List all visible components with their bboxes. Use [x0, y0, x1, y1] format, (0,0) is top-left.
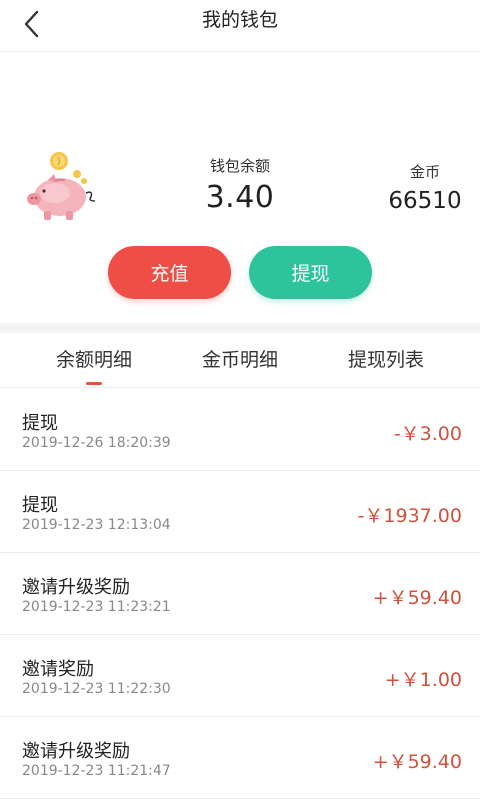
tab-coin-details[interactable]: 金币明细 — [190, 333, 290, 388]
record-amount: +￥59.40 — [372, 587, 462, 609]
list-item[interactable]: 邀请奖励 2019-12-23 11:22:30 +￥1.00 — [0, 635, 480, 717]
wallet-summary: 钱包余额 3.40 金币 66510 充值 提现 — [0, 53, 480, 323]
list-item[interactable]: 提现 2019-12-23 12:13:04 -￥1937.00 — [0, 471, 480, 553]
active-tab-indicator — [86, 382, 102, 385]
balance-label: 钱包余额 — [209, 157, 270, 175]
record-date: 2019-12-23 11:21:47 — [22, 763, 171, 779]
record-date: 2019-12-23 11:22:30 — [22, 681, 171, 697]
withdraw-button[interactable]: 提现 — [249, 246, 372, 299]
record-amount: -￥3.00 — [393, 423, 462, 445]
record-date: 2019-12-23 11:23:21 — [22, 599, 171, 615]
coin-block: 金币 66510 — [385, 161, 465, 214]
tab-balance-details[interactable]: 余额明细 — [44, 333, 144, 388]
recharge-button[interactable]: 充值 — [108, 246, 231, 299]
section-divider — [0, 323, 480, 333]
wallet-screen: 我的钱包 钱包余额 3.40 金币 66510 充值 提现 余额明细 金币明细 … — [0, 0, 480, 800]
list-item[interactable]: 邀请升级奖励 2019-12-23 11:21:47 +￥59.40 — [0, 717, 480, 799]
coin-label: 金币 — [409, 163, 440, 181]
tab-withdraw-list[interactable]: 提现列表 — [336, 333, 436, 388]
record-amount: +￥1.00 — [384, 669, 462, 691]
list-item[interactable]: 邀请升级奖励 2019-12-23 11:23:21 +￥59.40 — [0, 553, 480, 635]
record-amount: -￥1937.00 — [357, 505, 462, 527]
record-title: 邀请升级奖励 — [22, 741, 130, 762]
record-title: 提现 — [22, 495, 58, 516]
piggy-bank-icon — [27, 152, 96, 220]
record-date: 2019-12-26 18:20:39 — [22, 435, 171, 451]
page-title: 我的钱包 — [201, 9, 278, 31]
record-amount: +￥59.40 — [372, 751, 462, 773]
record-title: 邀请奖励 — [22, 659, 94, 680]
top-bar: 我的钱包 — [0, 0, 480, 52]
list-item[interactable]: 提现 2019-12-26 18:20:39 -￥3.00 — [0, 389, 480, 471]
record-title: 提现 — [22, 413, 58, 434]
balance-value: 3.40 — [205, 180, 275, 215]
record-title: 邀请升级奖励 — [22, 577, 130, 598]
tab-bar: 余额明细 金币明细 提现列表 — [0, 333, 480, 388]
balance-block: 钱包余额 3.40 — [190, 155, 290, 215]
record-date: 2019-12-23 12:13:04 — [22, 517, 171, 533]
coin-value: 66510 — [388, 188, 462, 214]
record-list: 提现 2019-12-26 18:20:39 -￥3.00 提现 2019-12… — [0, 389, 480, 799]
